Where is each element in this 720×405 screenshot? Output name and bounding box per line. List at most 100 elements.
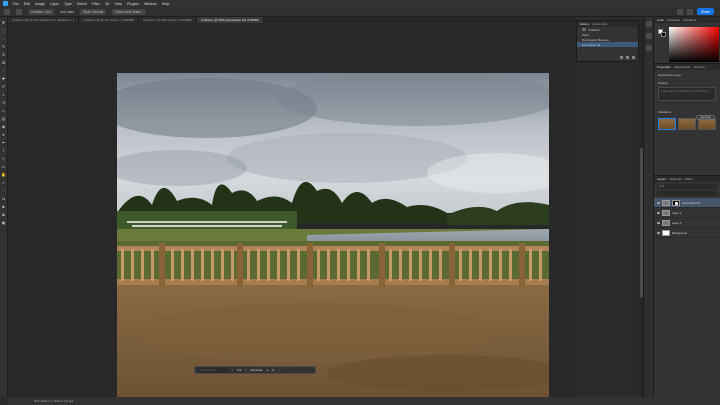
tab-channels[interactable]: Channels: [669, 177, 682, 181]
layer-row[interactable]: Layer 0: [654, 218, 720, 228]
new-document-icon[interactable]: [626, 56, 629, 59]
background-swatch[interactable]: [661, 32, 666, 37]
select-and-mask-button[interactable]: Select and Mask...: [112, 8, 147, 15]
history-item-selected[interactable]: Generative Fill: [577, 42, 638, 47]
generate-button[interactable]: Generate: [250, 368, 263, 372]
clone-stamp-tool-icon[interactable]: ⊥: [1, 92, 6, 97]
type-tool-icon[interactable]: T: [1, 148, 6, 153]
crop-tool-icon[interactable]: ⌗: [1, 52, 6, 57]
share-button[interactable]: Share: [696, 8, 714, 15]
color-picker-field[interactable]: [669, 27, 719, 62]
visibility-eye-icon[interactable]: [657, 211, 660, 214]
style-select[interactable]: Style: Normal: [79, 8, 107, 15]
feather-field[interactable]: Feather: 0 px: [28, 8, 54, 15]
eyedropper-tool-icon[interactable]: ⁄: [1, 68, 6, 73]
options-bar: Feather: 0 px Anti-alias Style: Normal S…: [0, 7, 720, 17]
layers-panel-tabs: Layers Channels Paths: [654, 176, 720, 182]
zoom-tool-icon[interactable]: ⌕: [1, 180, 6, 185]
foreground-color-swatch[interactable]: ■: [1, 204, 6, 209]
thumbs-down-icon[interactable]: ▾: [272, 368, 274, 372]
history-panel: History Comments Untitled-1 Open Rectang…: [576, 20, 639, 62]
document-canvas-image[interactable]: [117, 73, 549, 397]
quick-select-tool-icon[interactable]: ✎: [1, 44, 6, 49]
layer-row[interactable]: Layer 1: [654, 208, 720, 218]
home-icon[interactable]: [4, 8, 10, 15]
photoshop-logo-icon[interactable]: [3, 1, 8, 6]
tab-comments[interactable]: Comments: [592, 22, 607, 26]
eraser-tool-icon[interactable]: ▱: [1, 108, 6, 113]
menu-image[interactable]: Image: [35, 2, 45, 6]
layer-row[interactable]: Background: [654, 228, 720, 238]
tab-adjustments[interactable]: Adjustments: [674, 65, 691, 69]
menu-type[interactable]: Type: [64, 2, 72, 6]
pen-tool-icon[interactable]: ✒: [1, 140, 6, 145]
menu-layer[interactable]: Layer: [50, 2, 59, 6]
blur-tool-icon[interactable]: ◆: [1, 124, 6, 129]
blend-mode-select[interactable]: [657, 191, 717, 196]
menu-select[interactable]: Select: [77, 2, 87, 6]
delete-icon[interactable]: [632, 56, 635, 59]
menu-3d[interactable]: 3D: [105, 2, 110, 6]
search-icon[interactable]: [676, 8, 683, 15]
menu-plugins[interactable]: Plugins: [127, 2, 139, 6]
layer-filter[interactable]: Kind: [657, 184, 717, 189]
gradient-tool-icon[interactable]: ▤: [1, 116, 6, 121]
layer-row[interactable]: Generative Fill: [654, 198, 720, 208]
snapshot-icon[interactable]: [620, 56, 623, 59]
next-variation-icon[interactable]: ›: [245, 368, 246, 372]
dodge-tool-icon[interactable]: ●: [1, 132, 6, 137]
healing-brush-tool-icon[interactable]: ✚: [1, 76, 6, 81]
shape-tool-icon[interactable]: ▭: [1, 164, 6, 169]
visibility-eye-icon[interactable]: [657, 221, 660, 224]
marquee-tool-icon[interactable]: ⬚: [1, 28, 6, 33]
prompt-textarea[interactable]: Leave blank to fill based on surrounding…: [658, 87, 716, 101]
color-panel: Color Swatches Gradients: [654, 17, 720, 64]
variation-thumbnail[interactable]: [678, 118, 696, 130]
variation-thumbnail[interactable]: [658, 118, 676, 130]
more-tools-icon[interactable]: ⋯: [1, 188, 6, 193]
properties-panel-icon[interactable]: [645, 33, 652, 39]
history-footer: [620, 56, 635, 59]
menu-file[interactable]: File: [13, 2, 19, 6]
brush-tool-icon[interactable]: ✐: [1, 84, 6, 89]
tab-properties[interactable]: Properties: [657, 65, 671, 69]
tab-color[interactable]: Color: [657, 18, 664, 22]
anti-alias-checkbox[interactable]: Anti-alias: [60, 10, 74, 14]
screen-mode-icon[interactable]: ▣: [1, 220, 6, 225]
more-options-icon[interactable]: ⋯: [278, 368, 281, 372]
visibility-eye-icon[interactable]: [657, 231, 660, 234]
tab-paths[interactable]: Paths: [685, 177, 693, 181]
swap-colors-icon[interactable]: ⇆: [1, 196, 6, 201]
move-tool-icon[interactable]: ✥: [1, 20, 6, 25]
tab-layers[interactable]: Layers: [657, 177, 666, 181]
canvas-area[interactable]: Add a prompt... ‹ 1/3 › Generate ▴ ▾ ⋯: [8, 23, 576, 397]
layers-panel-icon[interactable]: [645, 45, 652, 51]
marquee-tool-icon[interactable]: [16, 8, 22, 15]
menu-filter[interactable]: Filter: [92, 2, 100, 6]
visibility-eye-icon[interactable]: [657, 201, 660, 204]
tab-swatches[interactable]: Swatches: [667, 18, 680, 22]
menu-view[interactable]: View: [114, 2, 122, 6]
menu-window[interactable]: Window: [144, 2, 157, 6]
thumbs-up-icon[interactable]: ▴: [267, 368, 269, 372]
quick-mask-icon[interactable]: ◙: [1, 212, 6, 217]
generate-button[interactable]: Generate: [696, 115, 715, 120]
history-panel-icon[interactable]: [645, 21, 652, 27]
tab-gradients[interactable]: Gradients: [683, 18, 696, 22]
path-select-tool-icon[interactable]: ↖: [1, 156, 6, 161]
prev-variation-icon[interactable]: ‹: [232, 368, 233, 372]
history-brush-tool-icon[interactable]: ↺: [1, 100, 6, 105]
tools-panel: ✥ ⬚ ◌ ✎ ⌗ ⊠ ⁄ ✚ ✐ ⊥ ↺ ▱ ▤ ◆ ● ✒ T ↖ ▭ ✋ …: [0, 17, 8, 397]
hand-tool-icon[interactable]: ✋: [1, 172, 6, 177]
tab-history[interactable]: History: [580, 22, 589, 26]
contextual-task-bar: Add a prompt... ‹ 1/3 › Generate ▴ ▾ ⋯: [194, 366, 316, 374]
lasso-tool-icon[interactable]: ◌: [1, 36, 6, 41]
tab-libraries[interactable]: Libraries: [693, 65, 705, 69]
layer-thumbnail: [662, 229, 670, 236]
menu-edit[interactable]: Edit: [24, 2, 30, 6]
menu-help[interactable]: Help: [162, 2, 169, 6]
frame-tool-icon[interactable]: ⊠: [1, 60, 6, 65]
layer-thumbnail: [662, 199, 670, 206]
workspace-icon[interactable]: [686, 8, 693, 15]
prompt-input[interactable]: Add a prompt...: [198, 367, 228, 373]
